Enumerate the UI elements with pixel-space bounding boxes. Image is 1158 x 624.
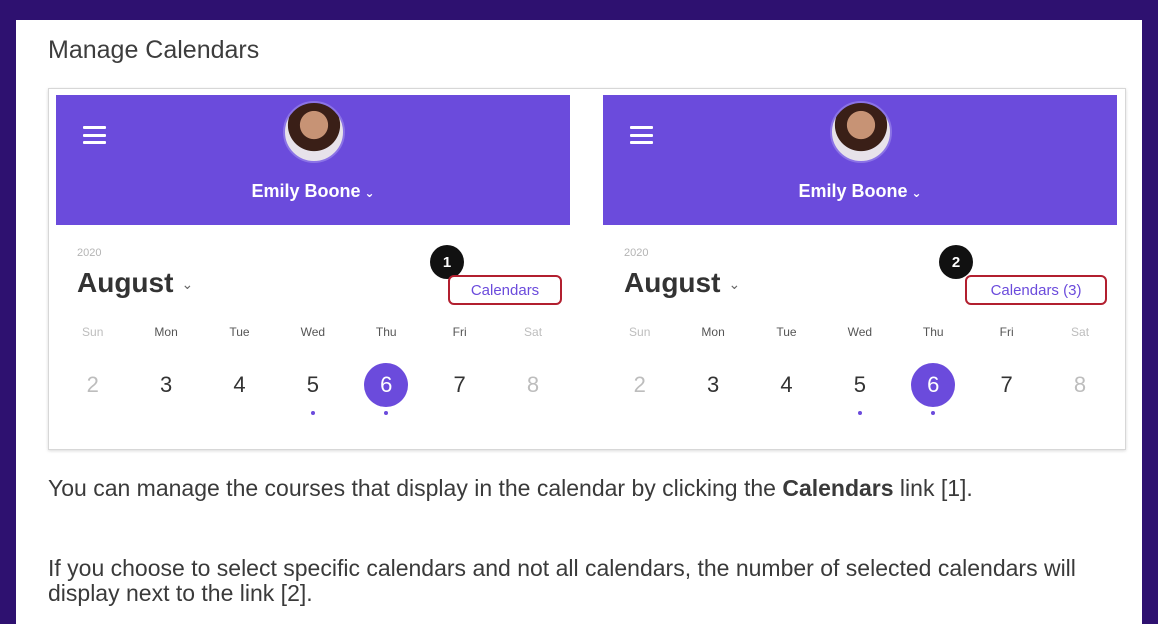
callout-badge: 1 (430, 245, 464, 279)
day-number[interactable]: 3 (144, 363, 188, 407)
weekday-label: Thu (375, 325, 397, 339)
day-cell: 7 (970, 363, 1043, 407)
weekday-label: Mon (701, 325, 725, 339)
chevron-down-icon: ⌄ (911, 186, 922, 200)
day-row: 2 3 4 5 6 7 8 (56, 363, 570, 415)
user-name: Emily Boone (798, 181, 908, 201)
weekday-label: Thu (922, 325, 944, 339)
weekday-label: Sun (629, 325, 651, 339)
day-cell: 4 (750, 363, 823, 407)
day-cell: 4 (203, 363, 276, 407)
weekday-label: Wed (300, 325, 326, 339)
calendar-header: Emily Boone ⌄ (56, 95, 570, 225)
month-selector[interactable]: August ⌄ (624, 267, 740, 299)
day-cell: 2 (603, 363, 676, 407)
screenshot-frame: Emily Boone ⌄ 2020 August ⌄ 1 Calendars Su… (48, 88, 1126, 450)
calendar-header: Emily Boone ⌄ (603, 95, 1117, 225)
caption-selected-count: If you choose to select specific calenda… (48, 555, 1076, 606)
month-label: August (624, 267, 721, 298)
day-row: 2 3 4 5 6 7 8 (603, 363, 1117, 415)
day-cell: 6 (350, 363, 423, 415)
day-cell: 7 (423, 363, 496, 407)
day-number[interactable]: 7 (438, 363, 482, 407)
weekday-label: Sat (1071, 325, 1090, 339)
month-selector[interactable]: August ⌄ (77, 267, 193, 299)
user-name-dropdown[interactable]: Emily Boone ⌄ (603, 181, 1117, 202)
weekday-label: Wed (847, 325, 873, 339)
calendars-link[interactable]: Calendars (3) (965, 275, 1107, 305)
weekday-label: Tue (229, 325, 250, 339)
hamburger-menu-icon[interactable] (630, 126, 653, 144)
day-cell: 8 (496, 363, 569, 407)
calendar-panel-left: Emily Boone ⌄ 2020 August ⌄ 1 Calendars Su… (56, 95, 570, 441)
day-number[interactable]: 8 (511, 363, 555, 407)
caption-text: link [1]. (893, 475, 973, 501)
day-cell: 6 (897, 363, 970, 415)
month-label: August (77, 267, 174, 298)
weekday-row: Sun Mon Tue Wed Thu Fri Sat (56, 325, 570, 339)
selected-day[interactable]: 6 (911, 363, 956, 407)
weekday-label: Fri (999, 325, 1014, 339)
caption-calendars-link: You can manage the courses that display … (48, 476, 1118, 501)
day-cell: 8 (1043, 363, 1116, 407)
day-number[interactable]: 4 (217, 363, 261, 407)
caption-text: You can manage the courses that display … (48, 475, 783, 501)
caption-bold: Calendars (782, 475, 894, 501)
day-number[interactable]: 3 (691, 363, 735, 407)
weekday-row: Sun Mon Tue Wed Thu Fri Sat (603, 325, 1117, 339)
day-cell: 3 (129, 363, 202, 407)
day-number[interactable]: 5 (838, 363, 882, 407)
chevron-down-icon: ⌄ (728, 276, 741, 293)
day-cell: 5 (276, 363, 349, 415)
day-cell: 5 (823, 363, 896, 415)
event-dot (857, 411, 862, 415)
user-name: Emily Boone (251, 181, 361, 201)
weekday-label: Fri (452, 325, 467, 339)
weekday-label: Mon (154, 325, 178, 339)
weekday-label: Sun (82, 325, 104, 339)
weekday-label: Sat (524, 325, 543, 339)
chevron-down-icon: ⌄ (181, 276, 194, 293)
event-dot (931, 411, 936, 415)
day-number[interactable]: 7 (985, 363, 1029, 407)
selected-day[interactable]: 6 (364, 363, 409, 407)
chevron-down-icon: ⌄ (364, 186, 375, 200)
day-number[interactable]: 4 (764, 363, 808, 407)
callout-badge: 2 (939, 245, 973, 279)
weekday-label: Tue (776, 325, 797, 339)
user-name-dropdown[interactable]: Emily Boone ⌄ (56, 181, 570, 202)
help-page: Manage Calendars Emily Boone ⌄ 2020 Augus… (16, 20, 1142, 624)
day-number[interactable]: 2 (71, 363, 115, 407)
page-title: Manage Calendars (48, 36, 260, 64)
day-number[interactable]: 2 (618, 363, 662, 407)
event-dot (310, 411, 315, 415)
year-label: 2020 (624, 247, 649, 259)
day-number[interactable]: 5 (291, 363, 335, 407)
day-number[interactable]: 8 (1058, 363, 1102, 407)
day-cell: 2 (56, 363, 129, 407)
day-cell: 3 (676, 363, 749, 407)
hamburger-menu-icon[interactable] (83, 126, 106, 144)
user-avatar[interactable] (830, 101, 892, 163)
event-dot (384, 411, 389, 415)
calendar-panel-right: Emily Boone ⌄ 2020 August ⌄ 2 Calendars (3… (603, 95, 1117, 441)
calendars-link[interactable]: Calendars (448, 275, 562, 305)
year-label: 2020 (77, 247, 102, 259)
user-avatar[interactable] (283, 101, 345, 163)
